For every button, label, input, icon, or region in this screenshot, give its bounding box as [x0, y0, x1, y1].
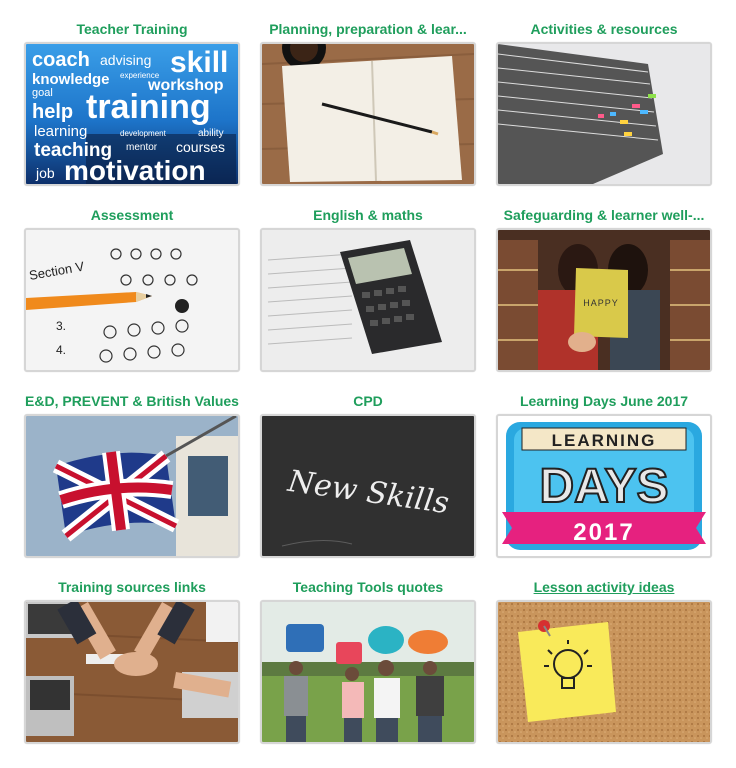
tile-title-link[interactable]: Learning Days June 2017: [496, 392, 712, 410]
training-sources-image[interactable]: [24, 600, 240, 744]
cloud-word: knowledge: [32, 71, 110, 88]
tile-british-values: E&D, PREVENT & British Values: [24, 392, 240, 558]
tile-title-link[interactable]: Lesson activity ideas: [496, 578, 712, 596]
tile-title-link[interactable]: Planning, preparation & lear...: [260, 20, 476, 38]
cloud-word: training: [86, 88, 211, 126]
cloud-word: skill: [170, 46, 228, 79]
tile-title-link[interactable]: Teaching Tools quotes: [260, 578, 476, 596]
cloud-word: advising: [100, 52, 151, 68]
speech-bubbles-image: [262, 602, 474, 742]
learning-days-image[interactable]: LEARNING DAYS 2017: [496, 414, 712, 558]
cloud-word: job: [35, 165, 55, 181]
tile-title-link[interactable]: E&D, PREVENT & British Values: [24, 392, 240, 410]
activities-image[interactable]: [496, 42, 712, 186]
cloud-word: courses: [176, 139, 225, 155]
word-cloud-image: coach advising skill knowledge experienc…: [26, 44, 238, 184]
tile-planning: Planning, preparation & lear...: [260, 20, 476, 186]
cpd-image[interactable]: New Skills: [260, 414, 476, 558]
tile-title-link[interactable]: Training sources links: [24, 578, 240, 596]
tile-teaching-tools: Teaching Tools quotes: [260, 578, 476, 744]
calculator-image: [262, 230, 474, 370]
tile-teacher-training: Teacher Training coach advising skill kn…: [24, 20, 240, 186]
assessment-image[interactable]: Section V 3. 4.: [24, 228, 240, 372]
answer-sheet-image: Section V 3. 4.: [26, 230, 238, 370]
cloud-word: coach: [32, 49, 90, 71]
tabbed-book-image: [498, 44, 710, 184]
cloud-word: goal: [32, 87, 53, 99]
chalkboard-image: New Skills: [262, 416, 474, 556]
tile-title-link[interactable]: Assessment: [24, 206, 240, 224]
tile-title-link[interactable]: Activities & resources: [496, 20, 712, 38]
tile-training-sources: Training sources links: [24, 578, 240, 744]
learning-days-logo: LEARNING DAYS 2017: [498, 416, 710, 556]
safeguarding-image[interactable]: HAPPY: [496, 228, 712, 372]
english-maths-image[interactable]: [260, 228, 476, 372]
tile-lesson-ideas: Lesson activity ideas: [496, 578, 712, 744]
cloud-word: mentor: [126, 142, 158, 153]
teacher-training-image[interactable]: coach advising skill knowledge experienc…: [24, 42, 240, 186]
tile-title-link[interactable]: English & maths: [260, 206, 476, 224]
tile-cpd: CPD New Skills: [260, 392, 476, 558]
tile-learning-days: Learning Days June 2017 LEARNING DAYS 20…: [496, 392, 712, 558]
sheet-text: 3.: [56, 319, 66, 333]
logo-middle-text: DAYS: [540, 460, 669, 513]
tile-activities: Activities & resources: [496, 20, 712, 186]
tile-assessment: Assessment Section V 3. 4.: [24, 206, 240, 372]
british-values-image[interactable]: [24, 414, 240, 558]
team-hands-image: [26, 602, 238, 742]
logo-year-text: 2017: [573, 519, 634, 546]
cloud-word: ability: [198, 128, 224, 139]
teaching-tools-image[interactable]: [260, 600, 476, 744]
tile-title-link[interactable]: Teacher Training: [24, 20, 240, 38]
cloud-word: help: [32, 101, 73, 123]
book-title: HAPPY: [583, 298, 619, 308]
flag-image: [26, 416, 238, 556]
tile-safeguarding: Safeguarding & learner well-... HAPPY: [496, 206, 712, 372]
tile-title-link[interactable]: CPD: [260, 392, 476, 410]
notebook-image: [262, 44, 474, 184]
cloud-word: development: [120, 129, 167, 138]
cloud-word: motivation: [64, 155, 206, 184]
sheet-text: 4.: [56, 343, 66, 357]
planning-image[interactable]: [260, 42, 476, 186]
logo-top-text: LEARNING: [552, 431, 657, 450]
tile-title-link[interactable]: Safeguarding & learner well-...: [496, 206, 712, 224]
cloud-word: learning: [34, 123, 87, 140]
corkboard-image: [498, 602, 710, 742]
library-book-image: HAPPY: [498, 230, 710, 370]
tile-english-maths: English & maths: [260, 206, 476, 372]
lesson-ideas-image[interactable]: [496, 600, 712, 744]
